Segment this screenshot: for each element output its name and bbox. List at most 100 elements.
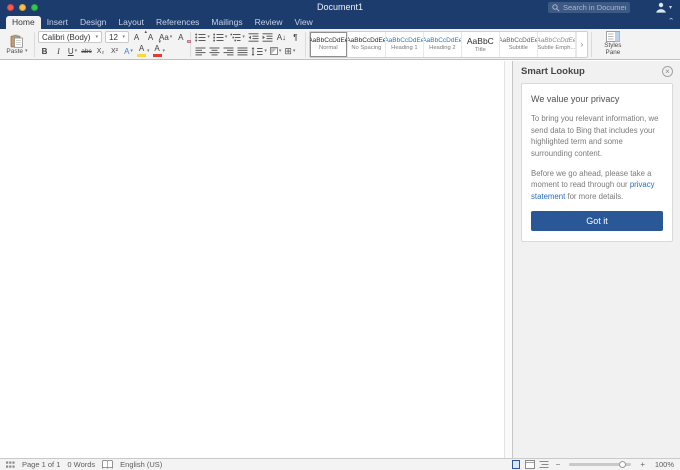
align-left-button[interactable] bbox=[194, 45, 207, 57]
outline-view-button[interactable] bbox=[539, 460, 549, 469]
got-it-button[interactable]: Got it bbox=[531, 210, 663, 231]
close-pane-button[interactable]: × bbox=[662, 66, 673, 77]
increase-indent-button[interactable] bbox=[261, 31, 274, 43]
tab-insert[interactable]: Insert bbox=[41, 16, 74, 29]
privacy-card-heading: We value your privacy bbox=[531, 94, 620, 104]
page-indicator[interactable]: Page 1 of 1 bbox=[22, 460, 60, 469]
subscript-button[interactable]: X₂ bbox=[94, 45, 107, 57]
zoom-out-button[interactable]: − bbox=[556, 460, 561, 469]
tab-design[interactable]: Design bbox=[74, 16, 112, 29]
search-box[interactable]: Search in Document bbox=[548, 2, 630, 13]
tab-view[interactable]: View bbox=[288, 16, 318, 29]
highlight-color-swatch bbox=[137, 54, 146, 57]
ribbon-separator bbox=[590, 31, 592, 57]
tab-review[interactable]: Review bbox=[249, 16, 289, 29]
align-center-button[interactable] bbox=[208, 45, 221, 57]
language-indicator[interactable]: English (US) bbox=[120, 460, 162, 469]
document-page[interactable] bbox=[0, 61, 504, 458]
style-label: Heading 2 bbox=[429, 45, 456, 51]
style-subtitle[interactable]: AaBbCcDdEe Subtitle bbox=[500, 31, 538, 57]
style-heading-2[interactable]: AaBbCcDdEe Heading 2 bbox=[424, 31, 462, 57]
strikethrough-button[interactable]: abc bbox=[80, 45, 93, 57]
numbered-list-button[interactable]: ▾ bbox=[212, 31, 229, 43]
borders-icon: ⊞ bbox=[284, 45, 292, 56]
text-effects-button[interactable]: A ▾ bbox=[122, 45, 135, 57]
spellcheck-icon[interactable] bbox=[102, 460, 114, 469]
styles-pane-icon bbox=[605, 31, 620, 42]
clipboard-group: Paste ▾ bbox=[3, 30, 31, 59]
styles-pane-button[interactable]: Styles Pane bbox=[595, 31, 631, 57]
grow-font-button[interactable]: A ▴ bbox=[130, 29, 147, 43]
style-label: Subtitle bbox=[508, 45, 529, 51]
font-group: Calibri (Body) ▾ 12 ▾ A ▴ A ▾ Aa ▾ A B I… bbox=[38, 29, 192, 59]
tab-home[interactable]: Home bbox=[6, 16, 41, 29]
paste-clipboard-icon bbox=[10, 34, 24, 48]
ribbon-separator bbox=[304, 31, 306, 57]
shrink-font-icon: A bbox=[147, 32, 154, 42]
chevron-down-icon: ▾ bbox=[242, 34, 245, 40]
style-subtle-emphasis[interactable]: AaBbCcDdEe Subtle Emph... bbox=[538, 31, 576, 57]
highlight-color-button[interactable]: A ▾ bbox=[136, 45, 151, 57]
zoom-slider[interactable] bbox=[569, 460, 632, 468]
chevron-down-icon: ▾ bbox=[207, 34, 210, 40]
zoom-level[interactable]: 100% bbox=[652, 460, 674, 469]
zoom-in-button[interactable]: + bbox=[640, 460, 645, 469]
chevron-down-icon: ▾ bbox=[264, 48, 267, 54]
style-normal[interactable]: AaBbCcDdEe Normal bbox=[309, 31, 348, 57]
show-paragraph-marks-button[interactable]: ¶ bbox=[289, 31, 302, 43]
decrease-indent-icon bbox=[248, 32, 259, 42]
tab-mailings[interactable]: Mailings bbox=[205, 16, 248, 29]
superscript-button[interactable]: X² bbox=[108, 45, 121, 57]
multilevel-list-icon bbox=[230, 33, 241, 42]
style-heading-1[interactable]: AaBbCcDdEe Heading 1 bbox=[386, 31, 424, 57]
print-layout-view-button[interactable] bbox=[511, 460, 521, 469]
bullet-list-button[interactable]: ▾ bbox=[194, 31, 211, 43]
align-right-button[interactable] bbox=[222, 45, 235, 57]
decrease-indent-button[interactable] bbox=[247, 31, 260, 43]
sort-button[interactable]: A↓ bbox=[275, 31, 288, 43]
clear-formatting-button[interactable]: A bbox=[174, 31, 192, 43]
vertical-scrollbar[interactable] bbox=[504, 61, 512, 458]
privacy-card: We value your privacy To bring you relev… bbox=[521, 83, 673, 242]
shrink-font-button[interactable]: A ▾ bbox=[144, 31, 161, 46]
multilevel-list-button[interactable]: ▾ bbox=[229, 31, 246, 43]
privacy-card-body1: To bring you relevant information, we se… bbox=[531, 114, 659, 159]
ribbon-separator bbox=[34, 31, 35, 57]
font-color-button[interactable]: A ▾ bbox=[152, 45, 167, 57]
shading-button[interactable]: ▾ bbox=[269, 45, 283, 57]
styles-gallery-more-button[interactable]: › bbox=[575, 31, 587, 57]
fullscreen-window-button[interactable] bbox=[31, 4, 38, 11]
chevron-down-icon: ▾ bbox=[147, 48, 150, 54]
bold-button[interactable]: B bbox=[38, 45, 51, 57]
smart-lookup-header: Smart Lookup × bbox=[513, 61, 680, 82]
italic-button[interactable]: I bbox=[52, 45, 65, 57]
tab-references[interactable]: References bbox=[150, 16, 205, 29]
minimize-window-button[interactable] bbox=[19, 4, 26, 11]
font-name-select[interactable]: Calibri (Body) ▾ bbox=[38, 31, 102, 43]
style-no-spacing[interactable]: AaBbCcDdEe No Spacing bbox=[348, 31, 386, 57]
style-preview: AaBbCcDdEe bbox=[309, 37, 348, 44]
text-effects-icon: A bbox=[124, 46, 130, 56]
collapse-ribbon-button[interactable]: ˆ bbox=[669, 18, 673, 29]
justify-button[interactable] bbox=[236, 45, 249, 57]
accessibility-icon[interactable] bbox=[6, 461, 15, 469]
account-button[interactable]: ▾ bbox=[655, 2, 672, 13]
underline-button[interactable]: U ▾ bbox=[66, 45, 79, 57]
eraser-icon bbox=[187, 40, 192, 43]
font-size-select[interactable]: 12 ▾ bbox=[105, 31, 129, 43]
align-left-icon bbox=[195, 47, 206, 56]
tab-layout[interactable]: Layout bbox=[112, 16, 150, 29]
paste-button[interactable]: Paste ▾ bbox=[3, 34, 31, 55]
chevron-down-icon: ▾ bbox=[668, 5, 672, 11]
line-spacing-button[interactable]: ▾ bbox=[250, 45, 268, 57]
chevron-down-icon: ▾ bbox=[162, 48, 166, 54]
view-switcher bbox=[511, 460, 549, 469]
chevron-down-icon: ▾ bbox=[95, 34, 98, 40]
font-size-value: 12 bbox=[109, 32, 118, 42]
zoom-knob[interactable] bbox=[618, 460, 626, 468]
style-title[interactable]: AaBbC Title bbox=[462, 31, 500, 57]
word-count[interactable]: 0 Words bbox=[67, 460, 95, 469]
borders-button[interactable]: ⊞ ▾ bbox=[283, 45, 296, 57]
web-layout-view-button[interactable] bbox=[524, 460, 535, 469]
close-window-button[interactable] bbox=[7, 4, 14, 11]
